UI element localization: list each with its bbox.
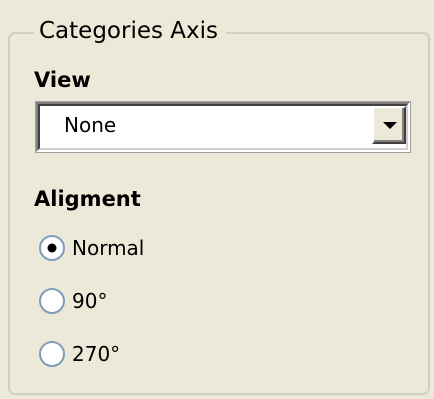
radio-normal[interactable]: Normal bbox=[38, 231, 144, 265]
view-dropdown-value: None bbox=[64, 113, 117, 137]
alignment-label: Aligment bbox=[34, 187, 141, 211]
view-label: View bbox=[34, 68, 91, 92]
radio-label-90: 90° bbox=[72, 289, 108, 313]
radio-button-checked[interactable] bbox=[38, 234, 66, 262]
radio-label-normal: Normal bbox=[72, 236, 145, 260]
chevron-down-icon bbox=[383, 122, 397, 129]
radio-label-270: 270° bbox=[72, 342, 121, 366]
dropdown-button[interactable] bbox=[372, 106, 406, 144]
radio-90[interactable]: 90° bbox=[38, 284, 107, 318]
radio-270[interactable]: 270° bbox=[38, 337, 120, 371]
radio-button-unchecked[interactable] bbox=[38, 340, 66, 368]
radio-button-unchecked[interactable] bbox=[38, 287, 66, 315]
groupbox-title: Categories Axis bbox=[34, 15, 227, 47]
view-dropdown[interactable]: None bbox=[35, 101, 411, 153]
